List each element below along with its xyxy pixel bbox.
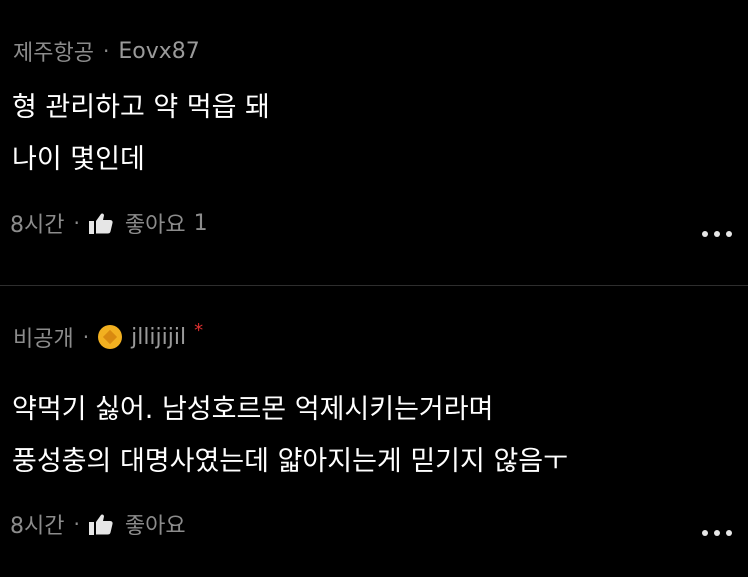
- meta-separator: ·: [102, 39, 110, 63]
- comment-time: 8시간: [10, 213, 65, 238]
- avatar[interactable]: [98, 325, 123, 349]
- more-dot: [714, 231, 720, 237]
- author-mark: *: [194, 319, 204, 341]
- author-username[interactable]: jllijijil: [131, 325, 186, 350]
- more-dot: [702, 530, 708, 536]
- comment-meta: 제주항공 · Eovx87: [13, 35, 200, 67]
- meta-separator: ·: [82, 325, 90, 349]
- author-affiliation: 제주항공: [13, 41, 94, 66]
- more-options-button[interactable]: [702, 231, 732, 237]
- like-label[interactable]: 좋아요: [125, 207, 186, 239]
- thumbs-up-icon[interactable]: [88, 513, 113, 535]
- comment-footer: 8시간 · 좋아요 1: [10, 207, 208, 239]
- comment-divider: [0, 285, 748, 286]
- more-dot: [714, 530, 720, 536]
- comment-body: 약먹기 싫어. 남성호르몬 억제시키는거라며 풍성충의 대명사였는데 얇아지는게…: [12, 384, 568, 488]
- comment-item: 비공개 · jllijijil * 약먹기 싫어. 남성호르몬 억제시키는거라며…: [0, 287, 748, 577]
- more-dot: [702, 231, 708, 237]
- comment-time: 8시간: [10, 514, 65, 539]
- comment-item: 제주항공 · Eovx87 형 관리하고 약 먹읍 돼 나이 몇인데 8시간 ·…: [0, 0, 748, 286]
- more-options-button[interactable]: [702, 530, 732, 536]
- author-username[interactable]: Eovx87: [118, 39, 199, 64]
- comment-body: 형 관리하고 약 먹읍 돼 나이 몇인데: [12, 82, 270, 186]
- more-dot: [726, 530, 732, 536]
- comment-footer: 8시간 · 좋아요: [10, 508, 186, 540]
- comment-line: 나이 몇인데: [12, 144, 145, 175]
- like-count: 1: [193, 210, 208, 236]
- footer-separator: ·: [73, 512, 80, 536]
- more-dot: [726, 231, 732, 237]
- comment-line: 풍성충의 대명사였는데 얇아지는게 믿기지 않음ㅜ: [12, 446, 568, 477]
- comment-meta: 비공개 · jllijijil *: [13, 319, 204, 353]
- like-label[interactable]: 좋아요: [125, 508, 186, 540]
- author-affiliation: 비공개: [13, 327, 74, 352]
- comment-line: 형 관리하고 약 먹읍 돼: [12, 92, 270, 123]
- footer-separator: ·: [73, 211, 80, 235]
- comment-line: 약먹기 싫어. 남성호르몬 억제시키는거라며: [12, 394, 494, 425]
- thumbs-up-icon[interactable]: [88, 212, 113, 234]
